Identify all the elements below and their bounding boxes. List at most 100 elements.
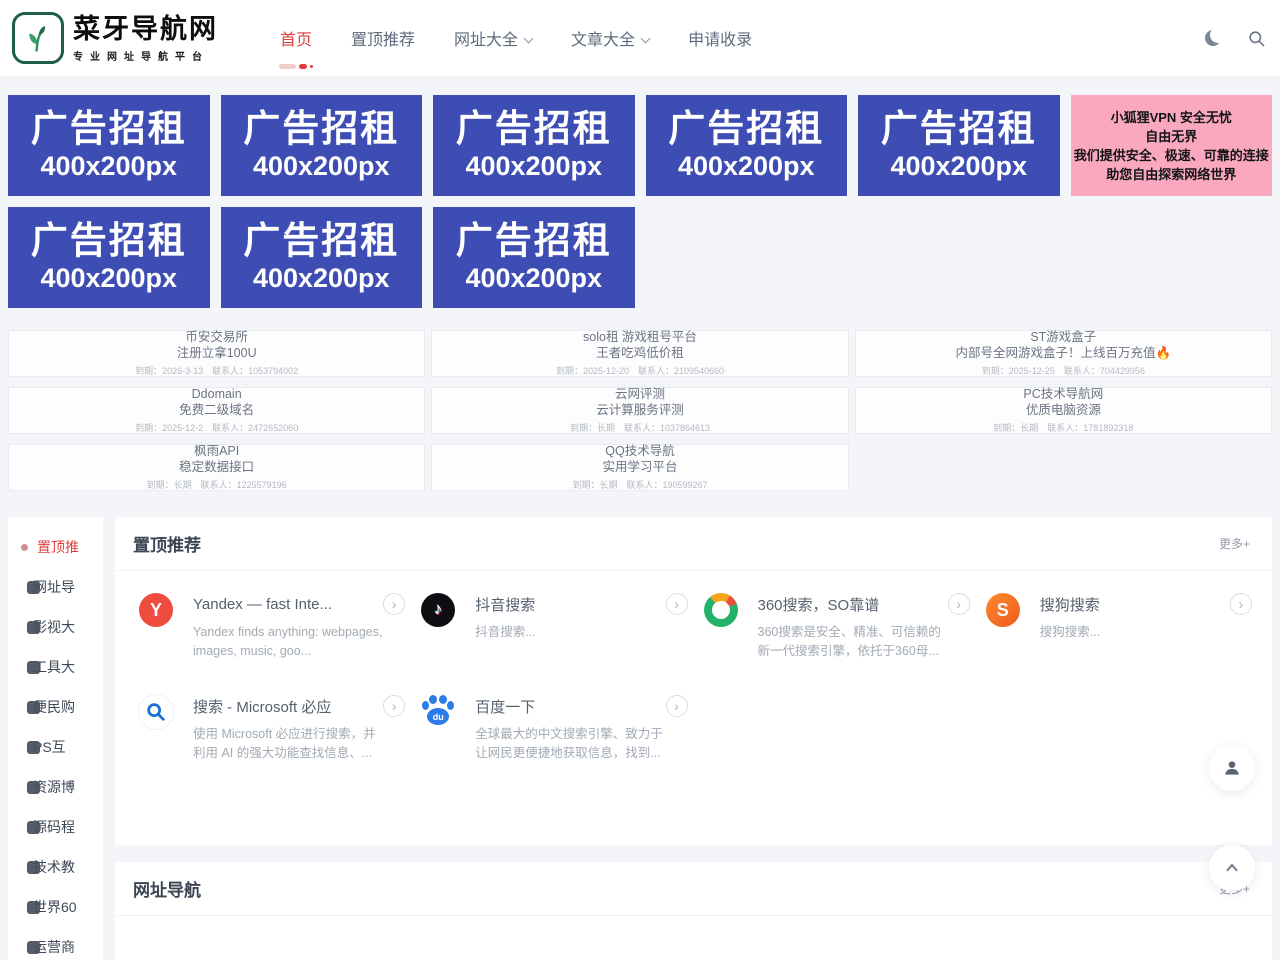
arrow-right-icon[interactable]: › [383, 695, 405, 717]
logo-text: 菜牙导航网 专业网址导航平台 [73, 14, 218, 63]
site-title: 搜索 - Microsoft 必应 [193, 696, 331, 717]
category-icon [27, 781, 40, 794]
ad-banner[interactable]: 广告招租400x200px [8, 95, 210, 196]
nav-item-articles[interactable]: 文章大全 [571, 26, 649, 50]
site-description: 360搜索是安全、精准、可信赖的新一代搜索引擎，依托于360母... [758, 623, 970, 661]
site-subtitle: 专业网址导航平台 [73, 48, 218, 63]
arrow-right-icon[interactable]: › [666, 593, 688, 615]
text-ad[interactable]: 枫雨API稳定数据接口到期：长期 联系人：1225579196 [8, 444, 425, 491]
yandex-icon: Y [139, 593, 173, 627]
ad-banner[interactable]: 广告招租400x200px [8, 207, 210, 308]
text-ad[interactable]: 币安交易所注册立拿100U到期：2026-3-13 联系人：1053794002 [8, 330, 425, 377]
sidebar-item-source-code[interactable]: 源码程 [8, 807, 103, 847]
chevron-up-icon [1223, 859, 1241, 877]
sidebar-item-tutorials[interactable]: 技术教 [8, 847, 103, 887]
arrow-right-icon[interactable]: › [1230, 593, 1252, 615]
back-to-top-button[interactable] [1209, 845, 1255, 891]
category-icon [27, 861, 40, 874]
site-header: 菜牙导航网 专业网址导航平台 首页 置顶推荐 网址大全 文章大全 申请收录 [0, 0, 1280, 76]
site-logo[interactable]: 菜牙导航网 专业网址导航平台 [12, 12, 218, 64]
ad-banner-row-1: 广告招租400x200px 广告招租400x200px 广告招租400x200p… [8, 95, 1272, 196]
user-account-button[interactable] [1209, 745, 1255, 791]
sogou-icon: S [986, 593, 1020, 627]
bing-search-icon [139, 695, 173, 729]
ad-banner[interactable]: 广告招租400x200px [433, 207, 635, 308]
site-card-yandex[interactable]: Y Yandex — fast Inte... › Yandex finds an… [139, 593, 405, 661]
site-title: 搜狗搜索 [1040, 594, 1100, 615]
arrow-right-icon[interactable]: › [666, 695, 688, 717]
category-icon [27, 741, 40, 754]
ad-banner[interactable]: 广告招租400x200px [433, 95, 635, 196]
sidebar-item-world60[interactable]: 世界60 [8, 887, 103, 927]
site-description: 抖音搜索... [475, 623, 687, 642]
category-icon [27, 901, 40, 914]
category-icon [27, 581, 40, 594]
site-title: 抖音搜索 [475, 594, 535, 615]
sidebar-item-pinned[interactable]: 置顶推 [8, 527, 103, 567]
arrow-right-icon[interactable]: › [383, 593, 405, 615]
text-ad[interactable]: solo租 游戏租号平台王者吃鸡低价租到期：2025-12-20 联系人：210… [431, 330, 848, 377]
text-ad[interactable]: 云网评测云计算服务评测到期：长期 联系人：1037864613 [431, 387, 848, 434]
active-dot-icon [21, 544, 28, 551]
sprout-logo-icon [12, 12, 64, 64]
sidebar-item-tools[interactable]: 工具大 [8, 647, 103, 687]
ad-banner[interactable]: 广告招租400x200px [221, 207, 423, 308]
site-card-baidu[interactable]: du 百度一下 › 全球最大的中文搜索引擎、致力于让网民更便捷地获取信息，找到..… [421, 695, 687, 763]
arrow-right-icon[interactable]: › [948, 593, 970, 615]
360-search-icon [704, 593, 738, 627]
pinned-recommend-panel: 置顶推荐 更多+ Y Yandex — fast Inte...› Yandex… [115, 517, 1272, 845]
sidebar-item-video[interactable]: 影视大 [8, 607, 103, 647]
site-title: 百度一下 [475, 696, 535, 717]
panel-header: 网址导航 更多+ [115, 862, 1272, 916]
sidebar-item-sites[interactable]: 网址导 [8, 567, 103, 607]
site-card-grid: Y Yandex — fast Inte... › Yandex finds an… [115, 571, 1272, 763]
nav-item-home[interactable]: 首页 [280, 26, 312, 50]
text-ad-grid: 币安交易所注册立拿100U到期：2026-3-13 联系人：1053794002… [8, 330, 1272, 491]
baidu-paw-icon: du [421, 695, 455, 729]
category-icon [27, 821, 40, 834]
site-card-douyin[interactable]: ♪ 抖音搜索 › 抖音搜索... [421, 593, 687, 661]
nav-item-sites[interactable]: 网址大全 [454, 26, 532, 50]
nav-item-pinned[interactable]: 置顶推荐 [351, 26, 415, 50]
site-card-bing[interactable]: 搜索 - Microsoft 必应 › 使用 Microsoft 必应进行搜索，并… [139, 695, 405, 763]
site-description: 搜狗搜索... [1040, 623, 1252, 642]
category-sidebar: 置顶推 网址导 影视大 工具大 便民购 PS互 资源博 源码程 技术教 世界60… [8, 517, 103, 960]
text-ad[interactable]: QQ技术导航实用学习平台到期：长期 联系人：190599267 [431, 444, 848, 491]
vpn-ad-banner[interactable]: 小狐狸VPN 安全无忧 自由无界 我们提供安全、极速、可靠的连接 助您自由探索网… [1071, 95, 1273, 196]
sidebar-item-resources[interactable]: 资源博 [8, 767, 103, 807]
chevron-down-icon [641, 34, 651, 44]
site-title: 360搜索，SO靠谱 [758, 594, 880, 615]
sidebar-item-operators[interactable]: 运营商 [8, 927, 103, 960]
category-icon [27, 941, 40, 954]
active-nav-underline [279, 64, 313, 69]
site-title: Yandex — fast Inte... [193, 596, 332, 613]
site-description: 全球最大的中文搜索引擎、致力于让网民更便捷地获取信息，找到... [475, 725, 687, 763]
ad-banner-row-2: 广告招租400x200px 广告招租400x200px 广告招租400x200p… [8, 207, 1272, 308]
douyin-icon: ♪ [421, 593, 455, 627]
nav-item-submit[interactable]: 申请收录 [688, 26, 752, 50]
text-ad[interactable]: ST游戏盒子内部号全网游戏盒子！上线百万充值🔥到期：2025-12-25 联系人… [855, 330, 1272, 377]
text-ad[interactable]: PC技术导航网优质电脑资源到期：长期 联系人：1781892318 [855, 387, 1272, 434]
ad-banner[interactable]: 广告招租400x200px [646, 95, 848, 196]
ad-banner[interactable]: 广告招租400x200px [221, 95, 423, 196]
chevron-down-icon [524, 34, 534, 44]
site-description: Yandex finds anything: webpages, images,… [193, 623, 405, 661]
site-card-sogou[interactable]: S 搜狗搜索 › 搜狗搜索... [986, 593, 1252, 661]
sidebar-item-shopping[interactable]: 便民购 [8, 687, 103, 727]
site-card-360[interactable]: 360搜索，SO靠谱 › 360搜索是安全、精准、可信赖的新一代搜索引擎，依托于3… [704, 593, 970, 661]
category-icon [27, 701, 40, 714]
panel-title: 网址导航 [133, 876, 201, 901]
person-icon [1222, 758, 1242, 778]
dark-mode-moon-icon[interactable] [1205, 30, 1221, 46]
more-link[interactable]: 更多+ [1219, 535, 1250, 552]
site-title: 菜牙导航网 [73, 14, 218, 44]
category-icon [27, 621, 40, 634]
text-ad[interactable]: Ddomain免费二级域名到期：2025-12-2 联系人：2472652060 [8, 387, 425, 434]
site-navigation-panel: 网址导航 更多+ [115, 862, 1272, 960]
site-description: 使用 Microsoft 必应进行搜索，并利用 AI 的强大功能查找信息、... [193, 725, 405, 763]
search-icon[interactable] [1247, 29, 1266, 48]
category-icon [27, 661, 40, 674]
sidebar-item-ps[interactable]: PS互 [8, 727, 103, 767]
ad-banner[interactable]: 广告招租400x200px [858, 95, 1060, 196]
header-actions [1205, 0, 1266, 76]
